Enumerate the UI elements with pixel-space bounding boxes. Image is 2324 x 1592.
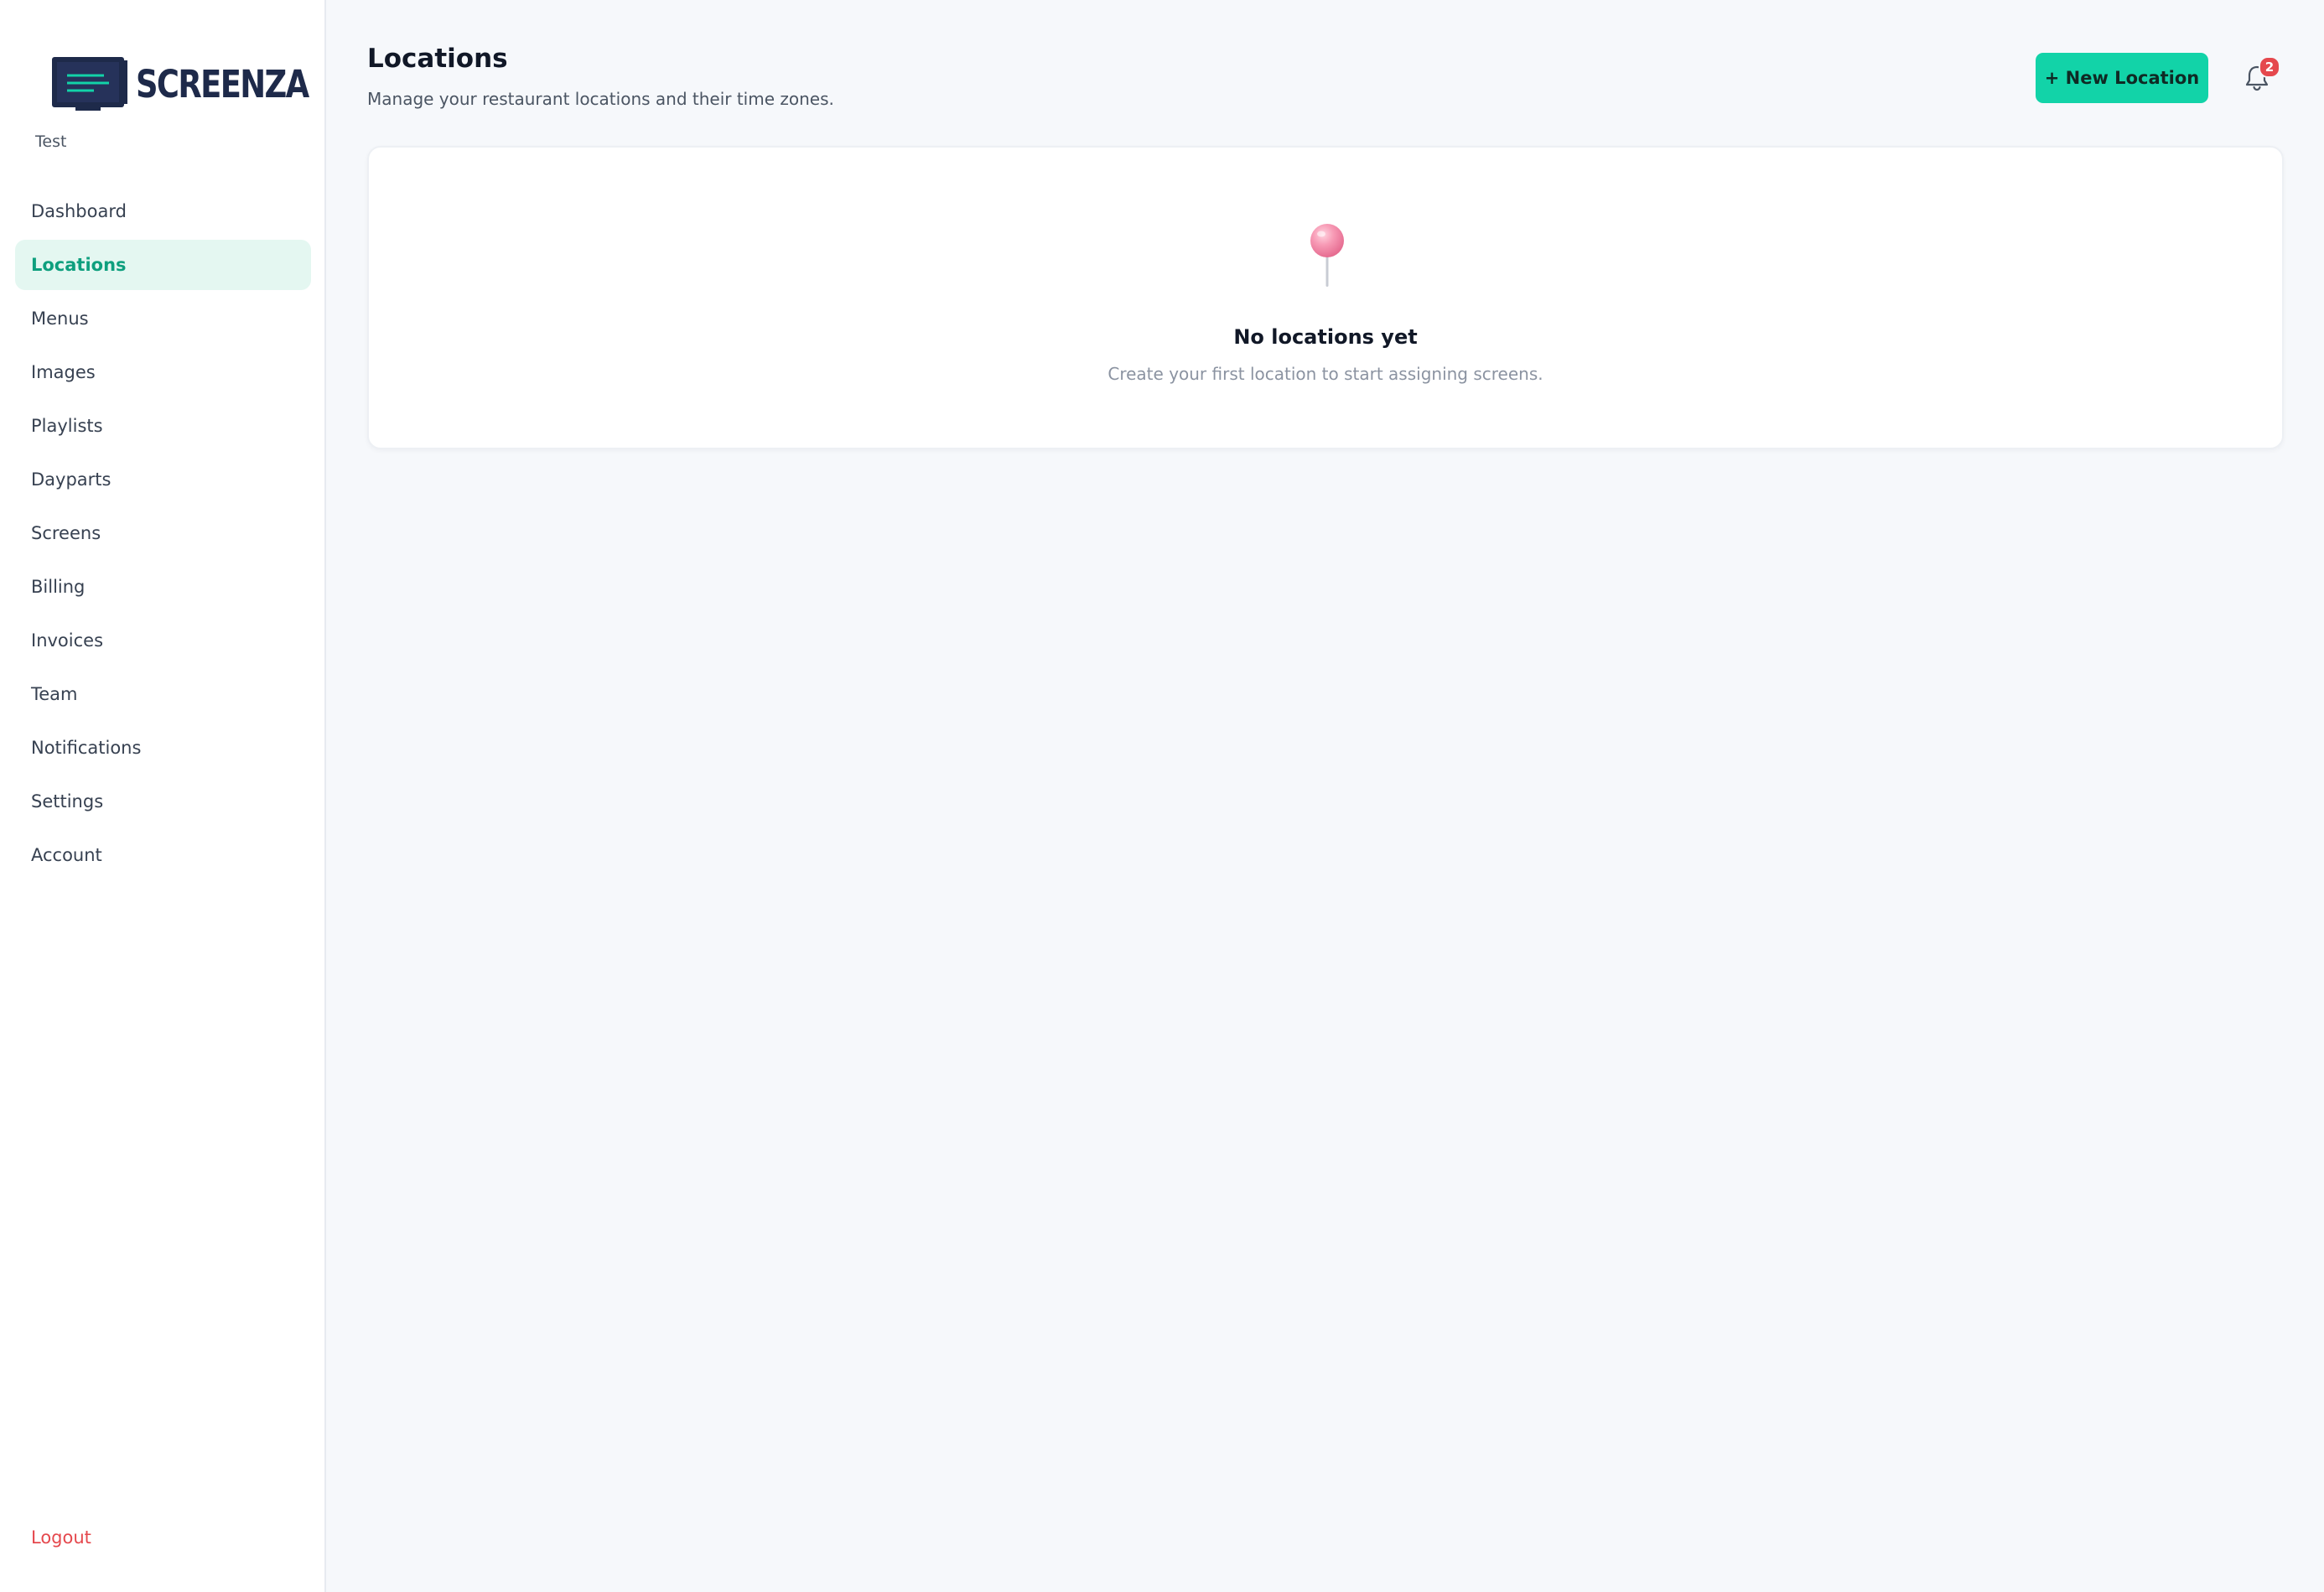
new-location-button[interactable]: + New Location [2036, 53, 2208, 103]
notifications-button[interactable]: 2 [2237, 56, 2280, 99]
tv-screen-logo-icon [52, 57, 127, 111]
logout-link[interactable]: Logout [31, 1527, 91, 1548]
sidebar-item-locations[interactable]: Locations [15, 240, 311, 290]
empty-state-text: Create your first location to start assi… [1108, 364, 1543, 384]
sidebar-item-playlists[interactable]: Playlists [15, 401, 311, 451]
page-subtitle: Manage your restaurant locations and the… [367, 89, 834, 109]
pushpin-icon [1310, 224, 1344, 287]
sidebar-item-screens[interactable]: Screens [15, 508, 311, 558]
page-title: Locations [367, 44, 508, 74]
sidebar-nav: Dashboard Locations Menus Images Playlists Da… [15, 186, 311, 884]
sidebar-item-team[interactable]: Team [15, 669, 311, 719]
brand-logo[interactable]: SCREENZA [50, 54, 346, 114]
sidebar-item-images[interactable]: Images [15, 347, 311, 397]
app-root: SCREENZA Test Dashboard Locations Menus Ima… [0, 0, 2324, 1592]
sidebar-item-account[interactable]: Account [15, 830, 311, 880]
sidebar-item-dayparts[interactable]: Dayparts [15, 454, 311, 505]
brand-name: SCREENZA [136, 61, 309, 106]
sidebar: SCREENZA Test Dashboard Locations Menus Ima… [0, 0, 326, 1592]
empty-state-card: No locations yet Create your first locat… [367, 146, 2284, 449]
sidebar-item-invoices[interactable]: Invoices [15, 615, 311, 666]
empty-state-title: No locations yet [1233, 325, 1418, 349]
notification-count-badge: 2 [2259, 56, 2280, 78]
sidebar-item-menus[interactable]: Menus [15, 293, 311, 344]
sidebar-item-billing[interactable]: Billing [15, 562, 311, 612]
organization-name: Test [35, 132, 67, 151]
sidebar-item-dashboard[interactable]: Dashboard [15, 186, 311, 236]
sidebar-item-settings[interactable]: Settings [15, 776, 311, 827]
sidebar-item-notifications[interactable]: Notifications [15, 723, 311, 773]
